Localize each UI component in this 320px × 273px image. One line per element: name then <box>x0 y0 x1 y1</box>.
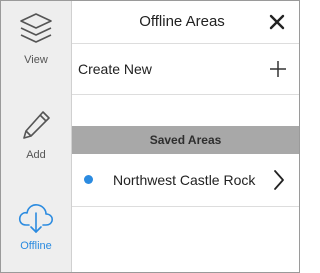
saved-area-row[interactable]: Northwest Castle Rock <box>72 154 299 207</box>
page-title: Offline Areas <box>139 13 225 30</box>
sidebar: View Add Offline <box>1 1 72 272</box>
panel-header: Offline Areas <box>72 1 299 44</box>
chevron-right-icon <box>274 170 284 190</box>
sidebar-item-add[interactable]: Add <box>1 106 71 176</box>
sidebar-item-label: View <box>24 54 48 66</box>
saved-area-name: Northwest Castle Rock <box>113 172 256 188</box>
saved-areas-header: Saved Areas <box>72 126 299 154</box>
create-new-label: Create New <box>78 61 152 77</box>
close-button[interactable] <box>267 12 287 32</box>
pencil-icon <box>23 111 50 139</box>
offline-areas-window: View Add Offline Offline Areas Create Ne… <box>0 0 300 273</box>
sidebar-item-label: Add <box>26 149 46 161</box>
status-dot <box>84 175 93 184</box>
plus-icon <box>270 61 286 77</box>
layers-icon <box>20 13 52 43</box>
sidebar-item-label: Offline <box>20 240 52 252</box>
sidebar-item-view[interactable]: View <box>1 11 71 81</box>
create-new-button[interactable]: Create New <box>72 44 299 95</box>
section-title: Saved Areas <box>149 133 222 147</box>
offline-areas-panel: Offline Areas Create New Saved Areas Nor… <box>72 1 299 272</box>
sidebar-item-offline[interactable]: Offline <box>1 199 71 269</box>
cloud-download-icon <box>18 204 53 233</box>
close-icon <box>269 14 285 30</box>
